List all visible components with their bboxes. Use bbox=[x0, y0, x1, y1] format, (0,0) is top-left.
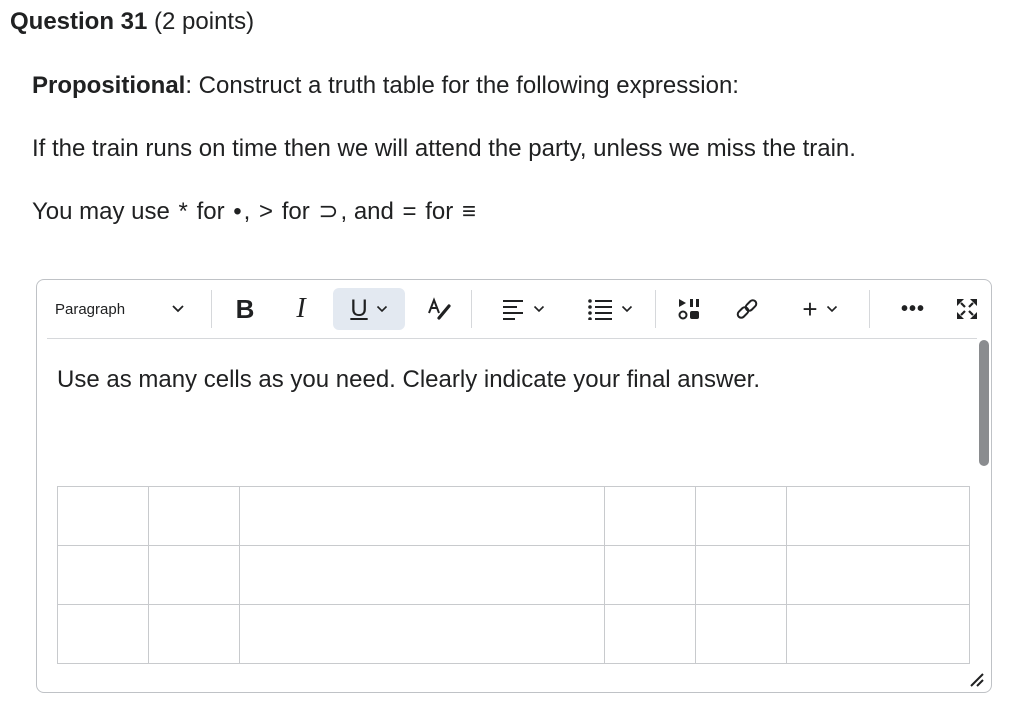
insert-media-button[interactable] bbox=[669, 288, 709, 330]
plus-icon: + bbox=[802, 293, 818, 324]
chevron-down-icon bbox=[621, 305, 633, 313]
table-cell[interactable] bbox=[239, 545, 605, 605]
editor-scrollbar[interactable] bbox=[979, 340, 989, 466]
table-row bbox=[57, 604, 970, 664]
toolbar-divider bbox=[211, 290, 212, 328]
toolbar-divider bbox=[655, 290, 656, 328]
table-cell[interactable] bbox=[695, 486, 787, 546]
paragraph-style-dropdown[interactable]: Paragraph bbox=[47, 288, 195, 330]
list-dropdown[interactable] bbox=[579, 288, 641, 330]
more-actions-button[interactable]: ••• bbox=[895, 288, 931, 330]
resize-handle-icon[interactable] bbox=[967, 670, 985, 688]
table-cell[interactable] bbox=[57, 604, 149, 664]
question-points: (2 points) bbox=[154, 8, 255, 35]
table-cell[interactable] bbox=[695, 545, 787, 605]
prompt-text: for bbox=[425, 198, 454, 225]
table-cell[interactable] bbox=[604, 545, 696, 605]
table-cell[interactable] bbox=[604, 604, 696, 664]
prompt-text: for bbox=[281, 198, 310, 225]
insert-media-icon bbox=[678, 299, 699, 320]
table-cell[interactable] bbox=[148, 486, 240, 546]
fullscreen-icon bbox=[957, 299, 977, 319]
fullscreen-button[interactable] bbox=[949, 288, 985, 330]
prompt-text: and bbox=[353, 198, 394, 225]
paragraph-style-label: Paragraph bbox=[55, 300, 126, 318]
insert-dropdown[interactable]: + bbox=[791, 288, 849, 330]
rich-text-editor[interactable]: Paragraph B I U + ••• Use as many cells … bbox=[36, 279, 992, 693]
format-painter-icon bbox=[428, 297, 451, 320]
bold-button[interactable]: B bbox=[225, 288, 265, 330]
table-cell[interactable] bbox=[604, 486, 696, 546]
table-cell[interactable] bbox=[148, 545, 240, 605]
chevron-down-icon bbox=[826, 305, 837, 313]
symbol-equals: = bbox=[402, 198, 417, 225]
table-cell[interactable] bbox=[695, 604, 787, 664]
symbol-dot: • bbox=[233, 198, 242, 225]
prompt-topic: Propositional bbox=[32, 72, 186, 99]
editor-content-text[interactable]: Use as many cells as you need. Clearly i… bbox=[57, 366, 760, 394]
table-cell[interactable] bbox=[239, 604, 605, 664]
symbol-horseshoe: ⊃ bbox=[318, 198, 339, 225]
prompt-line-1: Propositional: Construct a truth table f… bbox=[32, 72, 739, 100]
format-button[interactable] bbox=[419, 288, 459, 330]
question-header: Question 31 (2 points) bbox=[10, 8, 254, 36]
table-cell[interactable] bbox=[786, 486, 970, 546]
prompt-text: for bbox=[196, 198, 225, 225]
prompt-text: You may use bbox=[32, 198, 170, 225]
ellipsis-icon: ••• bbox=[900, 297, 925, 320]
table-cell[interactable] bbox=[57, 545, 149, 605]
prompt-line-3: You may use * for •, > for ⊃, and = for … bbox=[32, 197, 478, 226]
align-dropdown[interactable] bbox=[493, 288, 553, 330]
table-cell[interactable] bbox=[239, 486, 605, 546]
prompt-line-2: If the train runs on time then we will a… bbox=[32, 135, 856, 162]
chevron-down-icon bbox=[533, 305, 545, 313]
table-cell[interactable] bbox=[786, 545, 970, 605]
prompt-instruction: : Construct a truth table for the follow… bbox=[185, 72, 739, 99]
question-number: Question 31 bbox=[10, 8, 148, 35]
symbol-asterisk: * bbox=[178, 198, 188, 225]
table-cell[interactable] bbox=[57, 486, 149, 546]
table-row bbox=[57, 545, 970, 605]
prompt-text: , bbox=[243, 198, 251, 225]
table-cell[interactable] bbox=[148, 604, 240, 664]
bullet-list-icon bbox=[588, 299, 612, 320]
table-row bbox=[57, 486, 970, 546]
underline-button[interactable]: U bbox=[333, 288, 405, 330]
table-cell[interactable] bbox=[786, 604, 970, 664]
insert-link-button[interactable] bbox=[727, 288, 767, 330]
toolbar-divider bbox=[869, 290, 870, 328]
align-left-icon bbox=[503, 300, 523, 320]
toolbar-divider bbox=[471, 290, 472, 328]
link-icon bbox=[736, 299, 758, 319]
truth-table[interactable] bbox=[57, 486, 970, 664]
prompt-text: , bbox=[340, 198, 348, 225]
symbol-triple-bar: ≡ bbox=[461, 198, 476, 225]
chevron-down-icon bbox=[172, 305, 184, 313]
chevron-down-icon bbox=[376, 305, 387, 313]
italic-button[interactable]: I bbox=[281, 288, 321, 330]
symbol-greater-than: > bbox=[259, 198, 274, 225]
underline-label: U bbox=[350, 295, 368, 322]
editor-toolbar: Paragraph B I U + ••• bbox=[47, 280, 977, 339]
